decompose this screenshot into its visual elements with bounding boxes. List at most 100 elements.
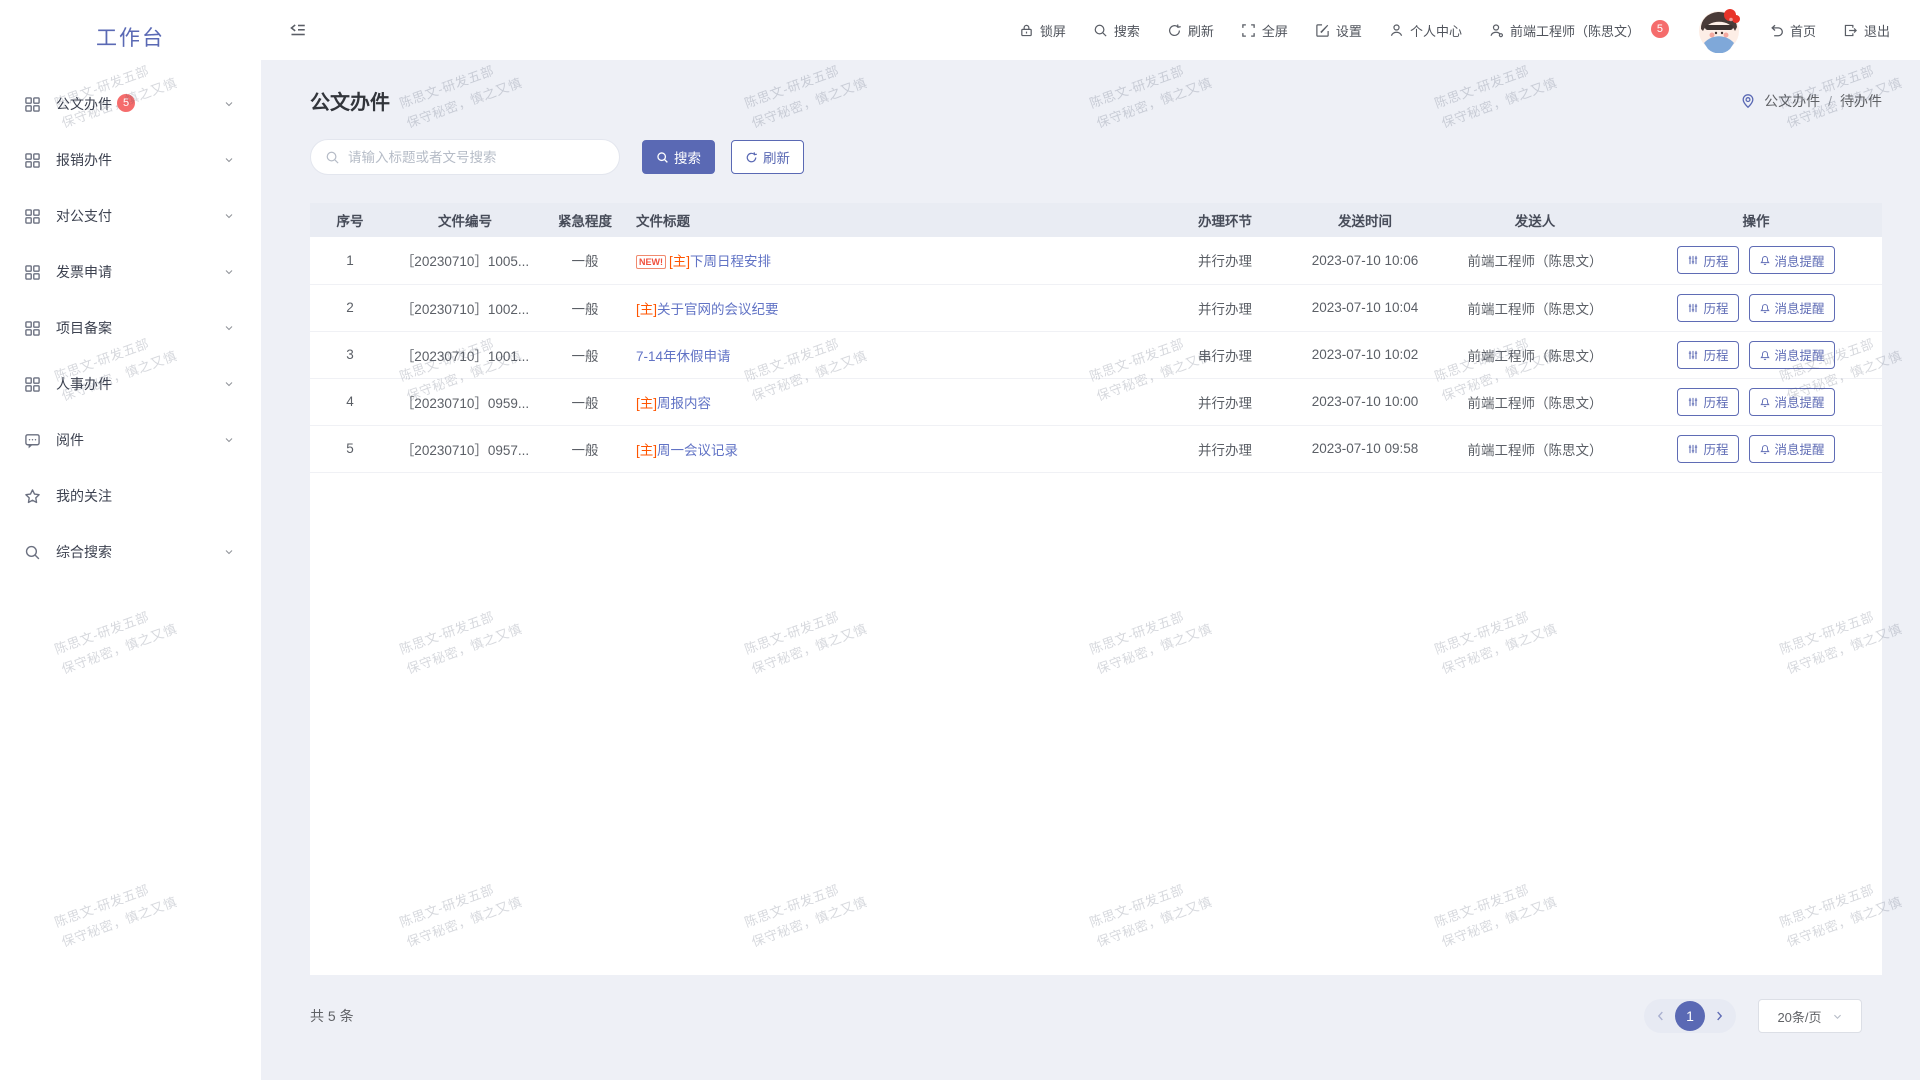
sidebar-item-label: 公文办件 <box>56 94 112 114</box>
user-switch-icon <box>1489 23 1504 38</box>
col-sender: 发送人 <box>1440 203 1630 237</box>
user-badge: 5 <box>1651 20 1669 38</box>
cell-file-no: ［20230710］0959... <box>390 378 540 425</box>
search-box <box>310 139 620 175</box>
notify-label: 消息提醒 <box>1775 298 1825 317</box>
chevron-down-icon <box>223 378 235 390</box>
cell-actions: 历程 消息提醒 <box>1630 237 1882 284</box>
document-link[interactable]: 关于官网的会议纪要 <box>657 302 779 317</box>
main-content: 公文办件 公文办件 / 待办件 搜索 刷新 <box>261 60 1920 1080</box>
sidebar-item-label: 人事办件 <box>56 374 112 394</box>
notify-button[interactable]: 消息提醒 <box>1749 388 1835 416</box>
cell-seq: 5 <box>310 425 390 472</box>
sidebar-item-zonghe[interactable]: 综合搜索 <box>0 524 261 580</box>
search-icon <box>325 150 340 165</box>
cell-step: 并行办理 <box>1160 425 1290 472</box>
main-doc-tag: [主] <box>636 443 657 458</box>
history-button[interactable]: 历程 <box>1677 246 1738 274</box>
next-page-button[interactable] <box>1712 1009 1726 1023</box>
topbar-search-label: 搜索 <box>1114 21 1140 40</box>
avatar[interactable] <box>1696 7 1742 53</box>
sidebar-item-duigong[interactable]: 对公支付 <box>0 188 261 244</box>
cell-step: 并行办理 <box>1160 237 1290 284</box>
cell-seq: 4 <box>310 378 390 425</box>
cell-step: 串行办理 <box>1160 331 1290 378</box>
menu-fold-icon[interactable] <box>289 21 307 39</box>
current-user[interactable]: 前端工程师（陈思文） 5 <box>1489 21 1669 40</box>
grid-icon <box>24 320 41 337</box>
notify-button[interactable]: 消息提醒 <box>1749 294 1835 322</box>
sidebar-item-renshi[interactable]: 人事办件 <box>0 356 261 412</box>
sidebar-menu: 公文办件 5 报销办件 对公支付 发票申请 项目备案 人事办件 <box>0 74 261 580</box>
fullscreen-button[interactable]: 全屏 <box>1241 21 1288 40</box>
notify-button[interactable]: 消息提醒 <box>1749 435 1835 463</box>
breadcrumb-item[interactable]: 公文办件 <box>1764 91 1820 111</box>
cell-urgency: 一般 <box>540 284 630 331</box>
topbar-search-button[interactable]: 搜索 <box>1093 21 1140 40</box>
notify-label: 消息提醒 <box>1775 251 1825 270</box>
topbar-refresh-button[interactable]: 刷新 <box>1167 21 1214 40</box>
cell-time: 2023-07-10 10:00 <box>1290 378 1440 425</box>
cell-sender: 前端工程师（陈思文） <box>1440 331 1630 378</box>
cell-file-no: ［20230710］1001... <box>390 331 540 378</box>
refresh-button[interactable]: 刷新 <box>731 140 804 174</box>
cell-file-no: ［20230710］1002... <box>390 284 540 331</box>
main-doc-tag: [主] <box>669 254 690 269</box>
cell-step: 并行办理 <box>1160 378 1290 425</box>
notify-button[interactable]: 消息提醒 <box>1749 246 1835 274</box>
home-button[interactable]: 首页 <box>1769 21 1816 40</box>
star-icon <box>24 488 41 505</box>
page-number[interactable]: 1 <box>1675 1001 1705 1031</box>
prev-page-button[interactable] <box>1654 1009 1668 1023</box>
sidebar-item-fapiao[interactable]: 发票申请 <box>0 244 261 300</box>
cell-actions: 历程 消息提醒 <box>1630 284 1882 331</box>
history-button[interactable]: 历程 <box>1677 341 1738 369</box>
notify-label: 消息提醒 <box>1775 392 1825 411</box>
location-pin-icon <box>1740 93 1756 109</box>
grid-icon <box>24 376 41 393</box>
document-link[interactable]: 周报内容 <box>657 396 711 411</box>
cell-urgency: 一般 <box>540 425 630 472</box>
fullscreen-label: 全屏 <box>1262 21 1288 40</box>
topbar-actions: 锁屏 搜索 刷新 全屏 设置 个人中心 前端工程师（陈思文） 5 <box>1019 7 1890 53</box>
refresh-icon <box>1167 23 1182 38</box>
notify-label: 消息提醒 <box>1775 439 1825 458</box>
main-doc-tag: [主] <box>636 396 657 411</box>
cell-time: 2023-07-10 10:04 <box>1290 284 1440 331</box>
sidebar-item-gongwen[interactable]: 公文办件 5 <box>0 76 261 132</box>
notify-button[interactable]: 消息提醒 <box>1749 341 1835 369</box>
sidebar-item-guanzhu[interactable]: 我的关注 <box>0 468 261 524</box>
history-button[interactable]: 历程 <box>1677 435 1738 463</box>
chevron-down-icon <box>1832 1011 1843 1022</box>
sidebar-item-xiangmu[interactable]: 项目备案 <box>0 300 261 356</box>
sidebar-item-label: 报销办件 <box>56 150 112 170</box>
topbar-refresh-label: 刷新 <box>1188 21 1214 40</box>
logout-button[interactable]: 退出 <box>1843 21 1890 40</box>
lock-screen-button[interactable]: 锁屏 <box>1019 21 1066 40</box>
cell-urgency: 一般 <box>540 237 630 284</box>
profile-button[interactable]: 个人中心 <box>1389 21 1462 40</box>
document-table: 序号 文件编号 紧急程度 文件标题 办理环节 发送时间 发送人 操作 1 ［20… <box>310 203 1882 473</box>
search-input[interactable] <box>348 150 605 165</box>
logout-label: 退出 <box>1864 21 1890 40</box>
document-link[interactable]: 7-14年休假申请 <box>636 349 731 364</box>
edit-square-icon <box>1315 23 1330 38</box>
cell-sender: 前端工程师（陈思文） <box>1440 237 1630 284</box>
sidebar-item-baoxiao[interactable]: 报销办件 <box>0 132 261 188</box>
sidebar-item-yuejian[interactable]: 阅件 <box>0 412 261 468</box>
table-row: 1 ［20230710］1005... 一般 NEW![主]下周日程安排 并行办… <box>310 237 1882 284</box>
cell-title: NEW![主]下周日程安排 <box>630 237 1160 284</box>
table-row: 5 ［20230710］0957... 一般 [主]周一会议记录 并行办理 20… <box>310 425 1882 472</box>
notify-label: 消息提醒 <box>1775 345 1825 364</box>
refresh-button-label: 刷新 <box>763 147 790 167</box>
search-button[interactable]: 搜索 <box>642 140 715 174</box>
history-button[interactable]: 历程 <box>1677 388 1738 416</box>
settings-button[interactable]: 设置 <box>1315 21 1362 40</box>
history-label: 历程 <box>1703 345 1728 364</box>
page-title: 公文办件 <box>310 86 390 115</box>
logout-icon <box>1843 23 1858 38</box>
history-button[interactable]: 历程 <box>1677 294 1738 322</box>
page-size-select[interactable]: 20条/页 <box>1758 999 1862 1033</box>
document-link[interactable]: 下周日程安排 <box>690 254 771 269</box>
document-link[interactable]: 周一会议记录 <box>657 443 738 458</box>
